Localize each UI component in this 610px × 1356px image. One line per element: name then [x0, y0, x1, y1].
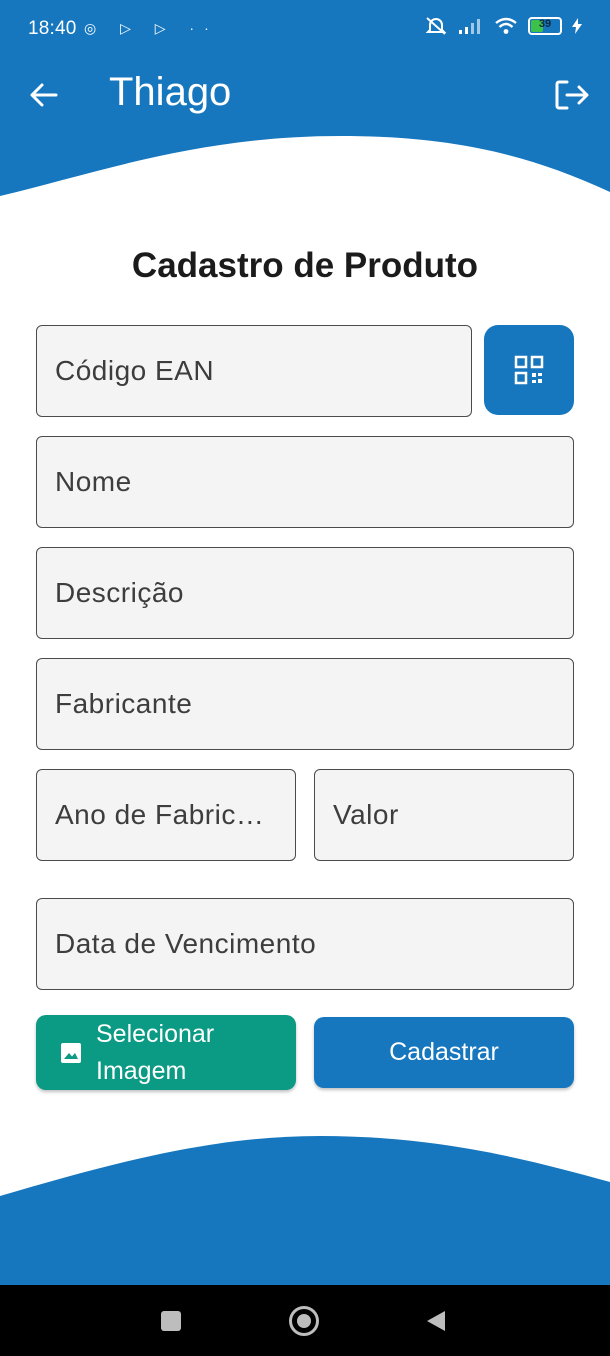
select-image-line1: Selecionar: [96, 1019, 215, 1048]
fabricante-field[interactable]: Fabricante: [36, 658, 574, 750]
footer-wave: [0, 1136, 610, 1290]
nome-field[interactable]: Nome: [36, 436, 574, 528]
fabricante-placeholder: Fabricante: [55, 688, 193, 719]
header-title: Thiago: [109, 70, 232, 114]
signal-icon: [459, 19, 480, 34]
mute-icon: [425, 17, 447, 35]
image-icon: [61, 1042, 81, 1063]
notification-icons: ◎ ▷ ▷ ··: [84, 20, 219, 36]
nome-placeholder: Nome: [55, 466, 132, 497]
back-button[interactable]: [424, 1309, 448, 1333]
status-bar: 18:40 ◎ ▷ ▷ ·· 39: [0, 0, 610, 60]
ano-placeholder: Ano de Fabric…: [55, 799, 265, 830]
ano-fabricacao-field[interactable]: Ano de Fabric…: [36, 769, 296, 861]
cadastrar-button[interactable]: Cadastrar: [314, 1017, 574, 1088]
home-button[interactable]: [288, 1305, 320, 1337]
scan-qr-button[interactable]: [484, 325, 574, 415]
valor-field[interactable]: Valor: [314, 769, 574, 861]
wifi-icon: [495, 17, 517, 34]
status-time: 18:40: [28, 18, 77, 39]
qr-code-icon: [514, 355, 544, 385]
descricao-field[interactable]: Descrição: [36, 547, 574, 639]
data-vencimento-field[interactable]: Data de Vencimento: [36, 898, 574, 990]
recents-button[interactable]: [160, 1310, 182, 1332]
battery-level: 39: [538, 18, 552, 30]
vencimento-placeholder: Data de Vencimento: [55, 928, 317, 959]
select-image-button[interactable]: Selecionar Imagem: [36, 1015, 296, 1090]
logout-icon[interactable]: [553, 78, 591, 112]
select-image-line2: Imagem: [96, 1056, 187, 1085]
ean-placeholder: Código EAN: [55, 355, 215, 386]
system-nav-bar: [0, 1285, 610, 1356]
status-right-icons: 39: [424, 16, 582, 36]
arrow-left-icon[interactable]: [26, 78, 60, 112]
charging-icon: [572, 18, 582, 34]
select-image-label: Selecionar Imagem: [96, 1016, 214, 1090]
ean-field[interactable]: Código EAN: [36, 325, 472, 417]
descricao-placeholder: Descrição: [55, 577, 184, 608]
valor-placeholder: Valor: [333, 799, 399, 830]
battery-icon: 39: [528, 17, 562, 35]
form-title: Cadastro de Produto: [131, 246, 479, 285]
